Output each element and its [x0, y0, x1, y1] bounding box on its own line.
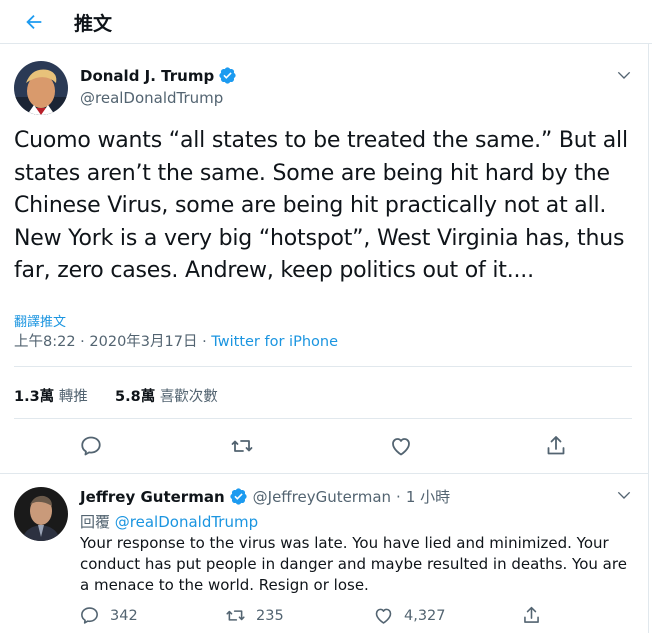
reply-avatar-image — [14, 487, 68, 541]
reply-author-handle[interactable]: @JeffreyGuterman — [253, 488, 391, 506]
verified-badge-icon — [230, 488, 247, 505]
author-handle[interactable]: @realDonaldTrump — [80, 89, 223, 107]
author-display-name[interactable]: Donald J. Trump — [80, 67, 214, 85]
heart-icon — [392, 438, 410, 456]
reply-button[interactable] — [79, 434, 103, 458]
reply-reply-button[interactable]: 342 — [79, 605, 138, 626]
meta-separator: · — [80, 334, 85, 350]
replying-label: 回覆 — [80, 513, 111, 531]
reply-text: Your response to the virus was late. You… — [80, 534, 627, 594]
tweet-date[interactable]: 2020年3月17日 — [89, 334, 197, 350]
top-bar: 推文 — [0, 0, 652, 44]
reply-menu-button[interactable] — [613, 484, 635, 506]
tweet-stats: 1.3萬 轉推 5.8萬 喜歡次數 — [14, 385, 218, 406]
reply-like-button[interactable]: 4,327 — [373, 605, 446, 626]
chevron-down-icon — [617, 71, 631, 79]
reply-separator: · — [396, 487, 401, 506]
likes-count: 5.8萬 — [115, 389, 156, 405]
verified-badge-icon — [219, 67, 236, 84]
tweet-menu-button[interactable] — [613, 64, 635, 86]
retweets-count: 1.3萬 — [14, 389, 55, 405]
share-icon — [547, 436, 565, 455]
tweet-metadata: 上午8:22 · 2020年3月17日 · Twitter for iPhone — [14, 330, 338, 351]
retweets-label: 轉推 — [58, 389, 88, 405]
tweet-time[interactable]: 上午8:22 — [14, 334, 76, 350]
divider — [14, 366, 632, 367]
meta-separator: · — [202, 334, 207, 350]
retweet-icon — [231, 440, 253, 452]
reply-age[interactable]: 1 小時 — [406, 486, 450, 507]
author-name-row: Donald J. Trump — [80, 66, 237, 85]
divider — [14, 418, 632, 419]
like-button[interactable] — [389, 434, 413, 458]
retweet-count: 235 — [256, 607, 284, 624]
reply-share-button[interactable] — [521, 605, 542, 626]
share-icon — [524, 606, 539, 623]
reply-author-display-name[interactable]: Jeffrey Guterman — [80, 488, 225, 506]
reply-author-avatar[interactable] — [14, 487, 68, 541]
section-divider — [0, 473, 648, 474]
like-count: 4,327 — [404, 607, 446, 624]
author-avatar[interactable] — [14, 61, 68, 115]
arrow-left-icon — [26, 14, 42, 30]
reply-author-row: Jeffrey Guterman @JeffreyGuterman · 1 小時 — [80, 486, 450, 507]
column-border — [648, 44, 649, 633]
reply-icon — [81, 607, 98, 624]
retweet-button[interactable] — [230, 434, 254, 458]
share-button[interactable] — [544, 434, 568, 458]
tweet-source[interactable]: Twitter for iPhone — [211, 334, 338, 350]
likes-label: 喜歡次數 — [159, 389, 218, 405]
replying-to: 回覆 @realDonaldTrump — [80, 511, 258, 532]
page-title: 推文 — [74, 13, 113, 35]
translate-tweet-link[interactable]: 翻譯推文 — [14, 311, 66, 330]
retweets-stat[interactable]: 1.3萬 轉推 — [14, 389, 92, 405]
heart-icon — [375, 608, 392, 624]
replying-to-mention[interactable]: @realDonaldTrump — [115, 513, 258, 531]
chevron-down-icon — [617, 491, 631, 499]
retweet-icon — [226, 610, 245, 621]
likes-stat[interactable]: 5.8萬 喜歡次數 — [115, 389, 218, 405]
reply-count: 342 — [110, 607, 138, 624]
reply-retweet-button[interactable]: 235 — [225, 605, 284, 626]
tweet-text: Cuomo wants “all states to be treated th… — [14, 128, 628, 283]
avatar-image — [14, 61, 68, 115]
back-button[interactable] — [20, 8, 48, 36]
reply-icon — [81, 436, 101, 456]
